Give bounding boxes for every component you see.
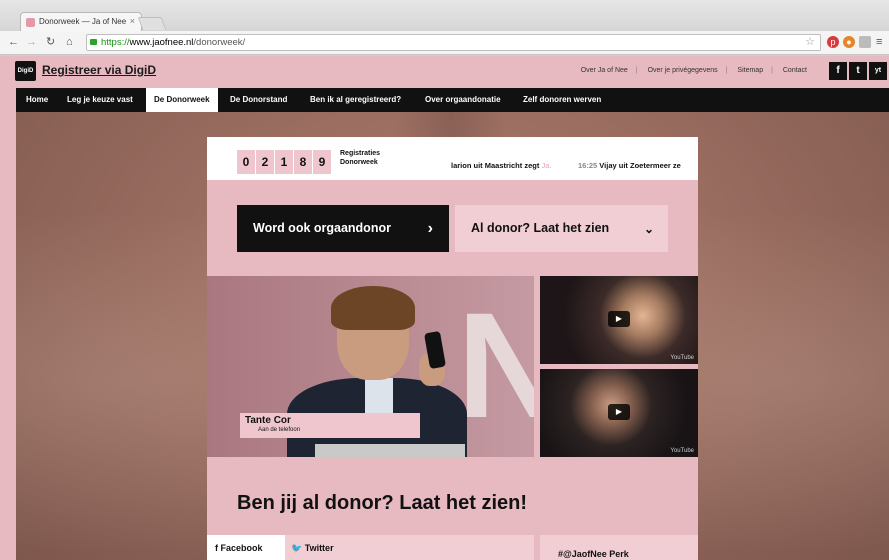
top-link-about[interactable]: Over Ja of Nee [581,67,628,74]
video-thumbnail[interactable]: ▶ YouTube [540,276,698,364]
page-headline: Ben jij al donor? Laat het zien! [237,492,528,514]
video-thumbnail[interactable]: ▶ YouTube [540,369,698,457]
already-donor-label: Al donor? Laat het zien [471,221,610,235]
main-video[interactable]: N Tante Cor Aan de telefoon [207,276,534,457]
browser-tabstrip: Donorweek — Ja of Nee × [0,0,889,31]
ticker-item: larion uit Maastricht zegt Ja. [451,161,551,170]
nav-donoren-werven[interactable]: Zelf donoren werven [523,88,601,112]
counter-label-line2: Donorweek [340,159,378,166]
ticker-text: Vijay uit Zoetermeer ze [599,161,681,170]
share-bar: f Facebook 🐦 Twitter [207,535,534,560]
become-donor-button[interactable]: Word ook orgaandonor › [237,205,449,252]
facebook-icon: f [215,543,218,553]
counter-digit: 9 [313,150,331,174]
hashtag-box: #@JaofNee Perk [540,535,698,560]
bookmark-star-icon[interactable]: ☆ [805,35,815,50]
ticker-item: 16:25 Vijay uit Zoetermeer ze [578,161,681,170]
caption-name: Tante Cor [245,415,291,426]
favicon-icon [26,18,35,27]
counter-digit: 8 [294,150,312,174]
laptop [315,444,465,457]
youtube-watermark: YouTube [670,448,694,454]
counter-digit: 1 [275,150,293,174]
caption-role: Aan de telefoon [258,427,301,433]
become-donor-label: Word ook orgaandonor [253,221,391,235]
twitter-bird-icon: 🐦 [291,543,303,553]
lock-icon [90,39,97,45]
nav-donorstand[interactable]: De Donorstand [230,88,287,112]
url-domain: www.jaofnee.nl [129,37,194,48]
pinterest-extension-icon[interactable]: p [827,36,839,48]
url-scheme: https:// [101,37,130,48]
tab-title: Donorweek — Ja of Nee [39,17,127,26]
tab-twitter-label: Twitter [304,543,334,553]
nav-geregistreerd[interactable]: Ben ik al geregistreerd? [310,88,401,112]
top-links: Over Ja of Nee | Over je privégegevens | S… [580,67,807,74]
nav-orgaandonatie[interactable]: Over orgaandonatie [425,88,501,112]
chevron-down-icon: ⌄ [643,222,654,236]
top-link-contact[interactable]: Contact [783,67,807,74]
youtube-watermark: YouTube [670,355,694,361]
web-page: DigiD Registreer via DigiD Over Ja of Ne… [0,56,889,560]
top-link-sitemap[interactable]: Sitemap [737,67,763,74]
chevron-right-icon: › [427,220,433,237]
address-bar[interactable]: https://www.jaofnee.nl/donorweek/ ☆ [86,34,821,51]
play-icon[interactable]: ▶ [608,404,630,420]
reload-icon[interactable]: ↻ [46,35,55,49]
digid-logo: DigiD [15,61,36,81]
browser-toolbar: ← → ↻ ⌂ https://www.jaofnee.nl/donorweek… [0,31,889,55]
content-card: 0 2 1 8 9 Registraties Donorweek larion … [207,137,698,560]
main-nav: Home Leg je keuze vast De Donorweek De D… [16,88,889,112]
digid-bar: DigiD Registreer via DigiD Over Ja of Ne… [0,56,889,87]
back-arrow-icon[interactable]: ← [8,35,19,49]
background-letter: N [457,281,534,449]
tab-facebook-label: Facebook [220,543,263,553]
counter-label-line1: Registraties [340,150,381,157]
counter-digit: 0 [237,150,255,174]
youtube-icon[interactable]: yt [869,62,887,80]
home-icon[interactable]: ⌂ [66,35,73,49]
counter-ticker-bar: 0 2 1 8 9 Registraties Donorweek larion … [207,137,698,180]
counter-digit: 2 [256,150,274,174]
new-tab-button[interactable] [137,17,167,30]
nav-donorweek[interactable]: De Donorweek [146,88,218,112]
tab-close-icon[interactable]: × [130,16,135,26]
play-icon[interactable]: ▶ [608,311,630,327]
video-caption: Tante Cor Aan de telefoon [240,413,420,438]
extension-icon[interactable]: ● [843,36,855,48]
ticker-text: larion uit Maastricht zegt [451,161,540,170]
ticker-time: 16:25 [578,161,598,170]
digid-register-link[interactable]: Registreer via DigiD [42,63,156,77]
twitter-icon[interactable]: t [849,62,867,80]
tab-facebook[interactable]: f Facebook [207,535,285,560]
top-link-privacy[interactable]: Over je privégegevens [648,67,718,74]
counter-label: Registraties Donorweek [340,149,380,167]
menu-icon[interactable]: ≡ [876,35,882,49]
browser-tab[interactable]: Donorweek — Ja of Nee × [20,12,142,31]
tab-twitter[interactable]: 🐦 Twitter [291,535,361,560]
nav-home[interactable]: Home [26,88,48,112]
hashtag-text: #@JaofNee Perk [558,549,629,559]
cast-icon[interactable] [859,36,871,48]
ticker-answer: Ja. [541,161,552,170]
url-path: /donorweek/ [193,37,246,48]
facebook-icon[interactable]: f [829,62,847,80]
already-donor-button[interactable]: Al donor? Laat het zien ⌄ [455,205,668,252]
forward-arrow-icon[interactable]: → [26,35,37,49]
nav-leg-keuze-vast[interactable]: Leg je keuze vast [67,88,133,112]
